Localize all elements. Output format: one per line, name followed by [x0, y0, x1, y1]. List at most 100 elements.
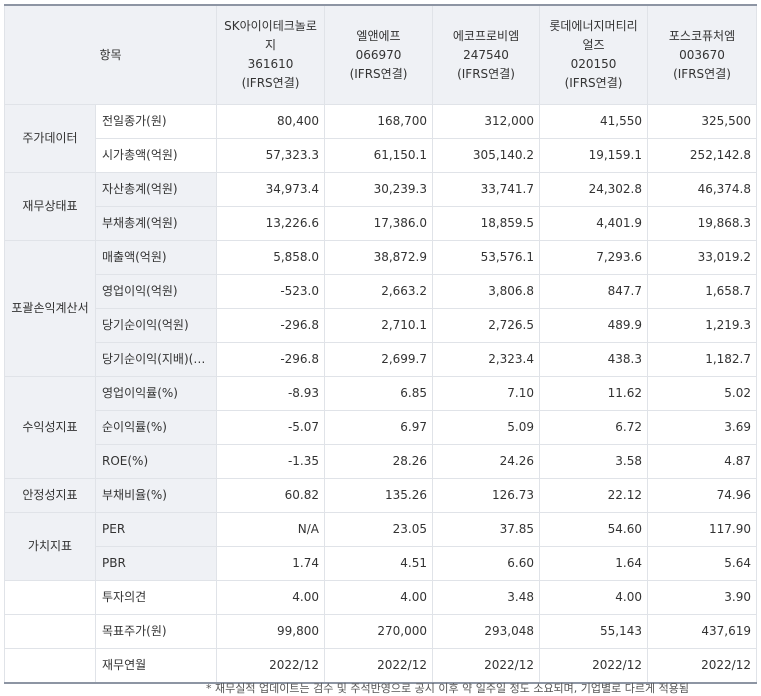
cell-value: 24,302.8	[539, 172, 648, 207]
cell-value: 4.87	[647, 444, 757, 479]
cell-value: 3.90	[647, 580, 757, 615]
cell-value: 18,859.5	[432, 206, 540, 241]
cell-value: 4.00	[324, 580, 433, 615]
cell-value: 80,400	[216, 104, 325, 139]
footnote: * 재무실적 업데이트는 검수 및 주석반영으로 공시 이후 약 일주일 정도 …	[206, 682, 689, 695]
company-basis: (IFRS연결)	[564, 76, 623, 90]
table-row: 수익성지표 영업이익률(%) -8.93 6.85 7.10 11.62 5.0…	[4, 376, 757, 479]
row-label: 재무연월	[95, 648, 217, 684]
table-row: 시가총액(억원) 57,323.3 61,150.1 305,140.2 19,…	[5, 138, 757, 173]
cell-value: 11.62	[539, 376, 648, 411]
cell-value: 3.58	[539, 444, 648, 479]
cell-value: 22.12	[539, 478, 648, 513]
row-label: 전일종가(원)	[95, 104, 217, 139]
header-row: 항목 SK아이이테크놀로지 361610 (IFRS연결) 엘앤에프 066970 (I…	[4, 4, 757, 105]
cell-value: 2,323.4	[432, 342, 540, 377]
cell-value: 19,159.1	[539, 138, 648, 173]
cell-value: 135.26	[324, 478, 433, 513]
company-header[interactable]: 포스코퓨처엠 003670 (IFRS연결)	[647, 4, 757, 105]
cell-value: 3.69	[647, 410, 757, 445]
cell-value: 325,500	[647, 104, 757, 139]
cell-value: 305,140.2	[432, 138, 540, 173]
cell-value: 312,000	[432, 104, 540, 139]
cell-value: 5.02	[647, 376, 757, 411]
cell-value: 46,374.8	[647, 172, 757, 207]
cell-value: 2022/12	[647, 648, 757, 684]
row-label: 순이익률(%)	[95, 410, 217, 445]
cell-value: 33,019.2	[647, 240, 757, 275]
cell-value: 1,658.7	[647, 274, 757, 309]
company-header[interactable]: 롯데에너지머티리얼즈 020150 (IFRS연결)	[539, 4, 648, 105]
group-label-valuation: 가치지표	[4, 512, 96, 581]
company-code: 003670	[679, 47, 725, 62]
cell-value: 1.64	[539, 546, 648, 581]
group-label-stability: 안정성지표	[4, 478, 96, 513]
table-row: ROE(%) -1.35 28.26 24.26 3.58 4.87	[5, 444, 757, 479]
cell-value: 3.48	[432, 580, 540, 615]
cell-value: 4.00	[216, 580, 325, 615]
cell-value: 2,663.2	[324, 274, 433, 309]
company-basis: (IFRS연결)	[241, 76, 300, 90]
company-name[interactable]: 에코프로비엠	[437, 27, 535, 46]
table-row: 목표주가(원) 99,800 270,000 293,048 55,143 43…	[4, 614, 757, 649]
cell-value: 7,293.6	[539, 240, 648, 275]
table-row: 순이익률(%) -5.07 6.97 5.09 6.72 3.69	[5, 410, 757, 445]
cell-value: 60.82	[216, 478, 325, 513]
cell-value: 1.74	[216, 546, 325, 581]
cell-value: 30,239.3	[324, 172, 433, 207]
row-label: 영업이익(억원)	[95, 274, 217, 309]
cell-value: N/A	[216, 512, 325, 547]
row-label: PBR	[95, 546, 217, 581]
cell-value: 23.05	[324, 512, 433, 547]
cell-value: 6.97	[324, 410, 433, 445]
row-label: 시가총액(억원)	[95, 138, 217, 173]
company-header[interactable]: 에코프로비엠 247540 (IFRS연결)	[432, 4, 540, 105]
cell-value: 5.64	[647, 546, 757, 581]
table-row: 영업이익(억원) -523.0 2,663.2 3,806.8 847.7 1,…	[5, 274, 757, 309]
cell-value: 99,800	[216, 614, 325, 649]
company-code: 020150	[570, 57, 617, 71]
row-label: 영업이익률(%)	[95, 376, 217, 411]
cell-value: -296.8	[216, 342, 325, 377]
table-row: 부채총계(억원) 13,226.6 17,386.0 18,859.5 4,40…	[5, 206, 757, 241]
company-name[interactable]: 엘앤에프	[329, 27, 428, 46]
row-label: 당기순이익(지배)(…	[95, 342, 217, 377]
cell-value: 1,182.7	[647, 342, 757, 377]
cell-value: 2022/12	[539, 648, 648, 684]
company-header[interactable]: SK아이이테크놀로지 361610 (IFRS연결)	[216, 4, 325, 105]
table-row: 재무상태표 자산총계(억원) 34,973.4 30,239.3 33,741.…	[4, 172, 757, 241]
cell-value: 54.60	[539, 512, 648, 547]
group-label-empty	[4, 614, 96, 649]
cell-value: 438.3	[539, 342, 648, 377]
cell-value: 4.51	[324, 546, 433, 581]
group-label-empty	[4, 580, 96, 615]
cell-value: 847.7	[539, 274, 648, 309]
group-label-stock: 주가데이터	[4, 104, 96, 173]
company-code: 361610	[247, 57, 294, 71]
cell-value: 126.73	[432, 478, 540, 513]
table-row: 재무연월 2022/12 2022/12 2022/12 2022/12 202…	[4, 648, 757, 684]
cell-value: 489.9	[539, 308, 648, 343]
table-row: 포괄손익계산서 매출액(억원) 5,858.0 38,872.9 53,576.…	[4, 240, 757, 377]
cell-value: 41,550	[539, 104, 648, 139]
cell-value: -296.8	[216, 308, 325, 343]
company-name[interactable]: 포스코퓨처엠	[652, 27, 752, 46]
cell-value: 4.00	[539, 580, 648, 615]
company-name[interactable]: SK아이이테크놀로지	[221, 17, 320, 55]
cell-value: 33,741.7	[432, 172, 540, 207]
cell-value: 2,726.5	[432, 308, 540, 343]
table-row: PBR 1.74 4.51 6.60 1.64 5.64	[5, 546, 757, 581]
cell-value: 270,000	[324, 614, 433, 649]
company-header[interactable]: 엘앤에프 066970 (IFRS연결)	[324, 4, 433, 105]
cell-value: 7.10	[432, 376, 540, 411]
cell-value: -1.35	[216, 444, 325, 479]
cell-value: 5,858.0	[216, 240, 325, 275]
row-label: 목표주가(원)	[95, 614, 217, 649]
cell-value: 5.09	[432, 410, 540, 445]
cell-value: 437,619	[647, 614, 757, 649]
table-row: 당기순이익(억원) -296.8 2,710.1 2,726.5 489.9 1…	[5, 308, 757, 343]
company-basis: (IFRS연결)	[673, 66, 731, 81]
row-label: 당기순이익(억원)	[95, 308, 217, 343]
row-label: 부채총계(억원)	[95, 206, 217, 241]
company-name[interactable]: 롯데에너지머티리얼즈	[544, 17, 643, 55]
